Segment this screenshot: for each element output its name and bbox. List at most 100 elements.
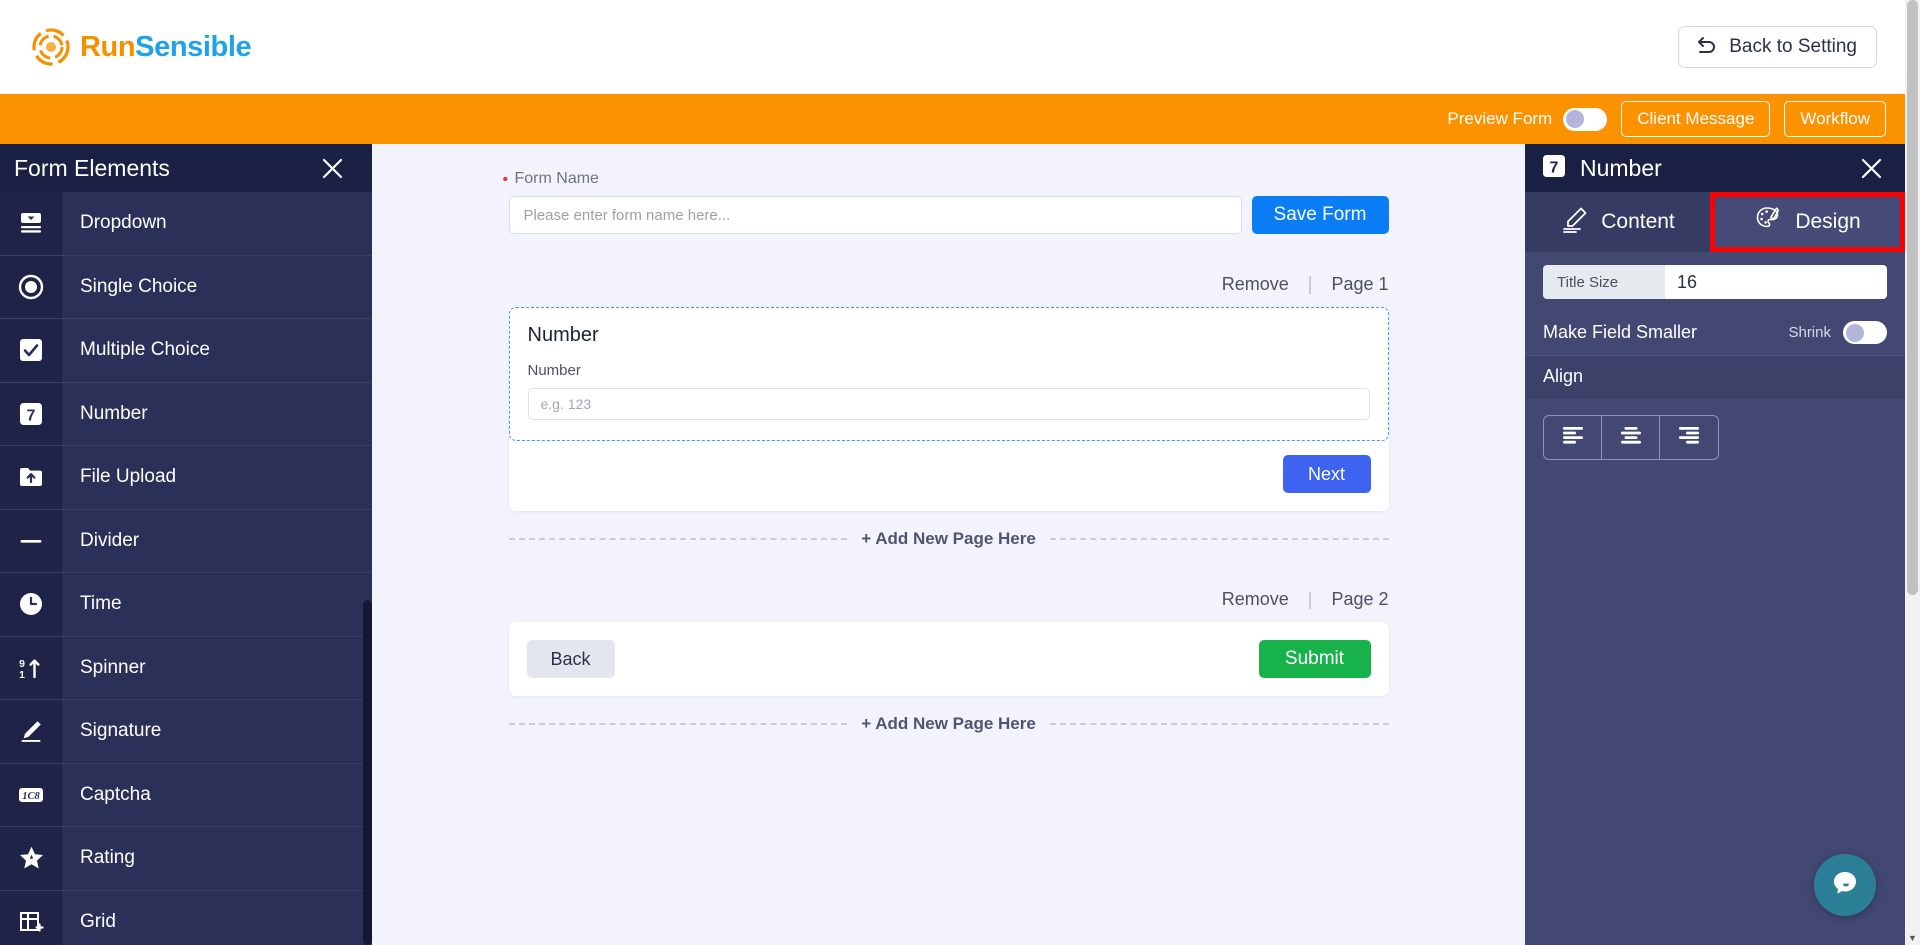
save-form-button[interactable]: Save Form xyxy=(1251,196,1389,234)
sidebar-item-label: Multiple Choice xyxy=(62,319,372,382)
sidebar-scrollbar[interactable] xyxy=(363,192,372,945)
page-2-remove-button[interactable]: Remove xyxy=(1222,589,1289,610)
scroll-down-arrow-icon[interactable]: ▼ xyxy=(1905,933,1920,943)
page-2-card: Back Submit xyxy=(508,622,1389,696)
sidebar-item-number[interactable]: 7 Number xyxy=(0,382,372,446)
number-field-selected[interactable]: Number Number xyxy=(508,307,1389,441)
back-to-setting-button[interactable]: Back to Setting xyxy=(1678,26,1877,68)
page-scrollbar[interactable]: ▼ xyxy=(1905,0,1920,945)
form-name-input[interactable] xyxy=(508,196,1242,234)
number-field-input[interactable] xyxy=(527,388,1370,420)
divider-icon xyxy=(0,509,62,572)
sidebar-item-label: Grid xyxy=(62,890,372,945)
sidebar-item-grid[interactable]: Grid xyxy=(0,890,372,945)
number-field-label: Number xyxy=(527,362,581,379)
page-2-separator: | xyxy=(1307,589,1313,609)
sidebar-close-icon[interactable] xyxy=(319,155,346,182)
form-elements-list: Dropdown Single Choice Multiple Choice 7… xyxy=(0,192,372,945)
add-new-page-divider-2[interactable]: + Add New Page Here xyxy=(508,714,1389,734)
runsensible-logo-icon xyxy=(32,28,70,66)
page-scrollbar-thumb[interactable] xyxy=(1907,0,1918,595)
sidebar-header: Form Elements xyxy=(0,144,372,192)
title-size-label: Title Size xyxy=(1543,265,1665,299)
svg-text:7: 7 xyxy=(27,407,36,424)
logo-text-sensible: Sensible xyxy=(135,30,252,63)
properties-close-icon[interactable] xyxy=(1858,155,1885,182)
divider-line-right xyxy=(1049,723,1389,725)
sidebar-item-single-choice[interactable]: Single Choice xyxy=(0,255,372,319)
add-new-page-label[interactable]: + Add New Page Here xyxy=(861,714,1036,734)
add-new-page-label[interactable]: + Add New Page Here xyxy=(861,529,1036,549)
submit-button[interactable]: Submit xyxy=(1258,640,1371,678)
next-button[interactable]: Next xyxy=(1282,455,1371,493)
form-name-row: Save Form xyxy=(508,196,1389,234)
sidebar-item-divider[interactable]: Divider xyxy=(0,509,372,573)
captcha-icon: 1C8 xyxy=(0,763,62,826)
dropdown-icon xyxy=(0,192,62,255)
sidebar-item-captcha[interactable]: 1C8 Captcha xyxy=(0,763,372,827)
divider-line-right xyxy=(1049,538,1389,540)
svg-text:1: 1 xyxy=(19,669,25,681)
preview-form-toggle[interactable] xyxy=(1563,107,1608,131)
form-name-label: • Form Name xyxy=(503,170,1389,188)
tab-content-label: Content xyxy=(1601,210,1675,233)
form-elements-sidebar: Form Elements Dropdown Single Choice Mul… xyxy=(0,144,372,945)
page-2-meta: Remove | Page 2 xyxy=(509,589,1389,610)
toggle-knob xyxy=(1565,110,1584,128)
radio-icon xyxy=(0,255,62,318)
tab-design[interactable]: Design xyxy=(1710,192,1905,252)
align-button-group xyxy=(1543,415,1719,460)
align-section-label: Align xyxy=(1525,356,1905,399)
preview-form-label: Preview Form xyxy=(1447,109,1553,128)
add-new-page-divider-1[interactable]: + Add New Page Here xyxy=(508,529,1389,549)
svg-text:7: 7 xyxy=(1550,159,1559,176)
divider-line-left xyxy=(508,538,848,540)
align-right-button[interactable] xyxy=(1660,416,1718,459)
sidebar-item-spinner[interactable]: 9 1 Spinner xyxy=(0,636,372,700)
number-icon: 7 xyxy=(0,382,62,445)
properties-tabs: Content Design xyxy=(1525,192,1905,252)
shrink-control: Shrink xyxy=(1788,321,1887,344)
sidebar-item-label: File Upload xyxy=(62,446,372,509)
sidebar-title: Form Elements xyxy=(14,154,170,181)
form-builder-app: RunSensible Back to Setting Preview Form… xyxy=(0,0,1920,945)
back-to-setting-label: Back to Setting xyxy=(1729,36,1857,57)
shrink-label: Shrink xyxy=(1788,324,1831,341)
back-button[interactable]: Back xyxy=(526,640,615,678)
page-1-remove-button[interactable]: Remove xyxy=(1222,274,1289,295)
properties-header-left: 7 Number xyxy=(1541,153,1662,184)
logo-text-run: Run xyxy=(80,30,136,63)
align-center-button[interactable] xyxy=(1602,416,1660,459)
sidebar-item-rating[interactable]: Rating xyxy=(0,827,372,891)
sidebar-scrollbar-thumb[interactable] xyxy=(363,600,372,945)
file-upload-icon xyxy=(0,446,62,509)
grid-plus-icon xyxy=(0,890,62,945)
client-message-button[interactable]: Client Message xyxy=(1621,101,1771,137)
sidebar-item-file-upload[interactable]: File Upload xyxy=(0,446,372,510)
page-1-meta: Remove | Page 1 xyxy=(509,274,1389,295)
align-left-icon xyxy=(1560,425,1586,450)
title-size-input[interactable] xyxy=(1665,265,1887,299)
sidebar-item-time[interactable]: Time xyxy=(0,573,372,637)
make-field-smaller-label: Make Field Smaller xyxy=(1543,322,1698,342)
properties-title: Number xyxy=(1580,154,1662,181)
svg-text:1C8: 1C8 xyxy=(22,791,40,802)
sidebar-item-dropdown[interactable]: Dropdown xyxy=(0,192,372,256)
align-left-button[interactable] xyxy=(1544,416,1602,459)
workflow-button[interactable]: Workflow xyxy=(1784,101,1886,137)
chat-widget-button[interactable] xyxy=(1814,854,1876,916)
properties-header: 7 Number xyxy=(1525,144,1905,192)
form-canvas: • Form Name Save Form Remove | Page 1 Num… xyxy=(372,144,1525,945)
tab-design-label: Design xyxy=(1795,210,1861,233)
tab-content[interactable]: Content xyxy=(1525,192,1710,252)
sidebar-item-signature[interactable]: Signature xyxy=(0,700,372,764)
sidebar-item-label: Signature xyxy=(62,700,372,763)
make-field-smaller-row: Make Field Smaller Shrink xyxy=(1525,312,1905,356)
app-header: RunSensible Back to Setting xyxy=(0,0,1905,94)
properties-panel: 7 Number Content Design Title Size 16 Ma… xyxy=(1525,144,1905,945)
form-name-label-text: Form Name xyxy=(514,170,599,187)
sidebar-item-multiple-choice[interactable]: Multiple Choice xyxy=(0,319,372,383)
shrink-toggle[interactable] xyxy=(1843,321,1887,344)
align-section xyxy=(1525,399,1905,476)
toggle-knob xyxy=(1845,323,1864,342)
